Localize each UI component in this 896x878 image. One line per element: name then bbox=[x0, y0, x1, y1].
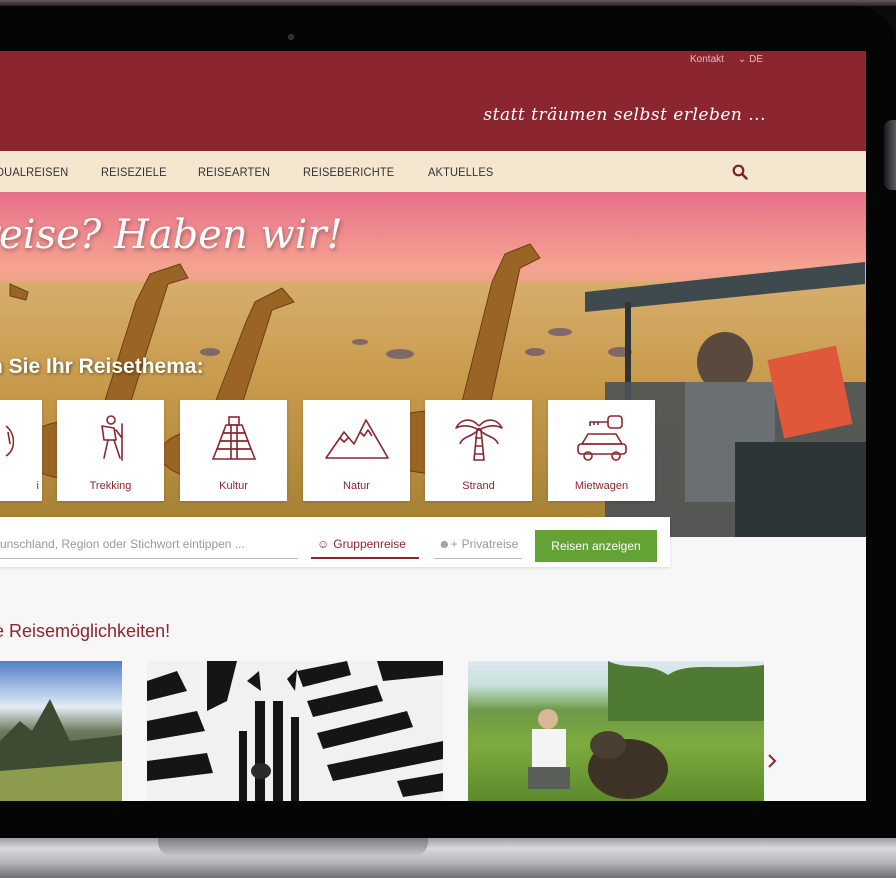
theme-label-kultur: Kultur bbox=[219, 480, 248, 492]
galapagos-image bbox=[528, 661, 764, 799]
language-switch[interactable]: ⌄ DE bbox=[738, 54, 763, 65]
device-edge bbox=[884, 120, 896, 190]
theme-tile-mietwagen[interactable]: Mietwagen bbox=[548, 400, 655, 501]
theme-tile-strand[interactable]: Strand bbox=[425, 400, 532, 501]
palm-icon bbox=[454, 419, 503, 461]
hiker-icon bbox=[100, 415, 123, 461]
nav-item-reiseberichte[interactable]: REISEBERICHTE bbox=[303, 165, 394, 179]
pyramid-icon bbox=[211, 416, 256, 460]
mountains-icon bbox=[324, 419, 389, 459]
hero-subhead: n Sie Ihr Reisethema: bbox=[0, 355, 204, 378]
nav-item-reiseziele[interactable]: REISEZIELE bbox=[101, 165, 167, 179]
private-trip-label: Privatreise bbox=[461, 537, 519, 551]
private-trip-toggle[interactable]: ☻+ Privatreise bbox=[434, 530, 522, 559]
main-nav: DUALREISEN REISEZIELE REISEARTEN REISEBE… bbox=[0, 151, 866, 192]
machu-picchu-image bbox=[0, 699, 122, 801]
language-label: DE bbox=[749, 54, 763, 65]
theme-tile-kultur[interactable]: Kultur bbox=[180, 400, 287, 501]
teaser-card-machu-picchu[interactable] bbox=[0, 661, 122, 801]
utility-nav: Kontakt ⌄ DE bbox=[690, 54, 763, 65]
browser-screen: Kontakt ⌄ DE statt träumen selbst erlebe… bbox=[0, 51, 866, 801]
slogan: statt träumen selbst erleben ... bbox=[483, 105, 766, 125]
chevron-right-icon[interactable] bbox=[767, 753, 777, 769]
contact-link[interactable]: Kontakt bbox=[690, 54, 724, 65]
theme-tile-trekking[interactable]: Trekking bbox=[57, 400, 164, 501]
webcam bbox=[288, 34, 294, 40]
show-trips-button[interactable]: Reisen anzeigen bbox=[535, 530, 657, 562]
theme-label-mietwagen: Mietwagen bbox=[574, 480, 629, 492]
chevron-down-icon: ⌄ bbox=[737, 54, 747, 65]
add-person-icon: ☻+ bbox=[438, 537, 458, 551]
nav-item-reisearten[interactable]: REISEARTEN bbox=[198, 165, 270, 179]
zebras-image bbox=[147, 661, 443, 801]
search-bar: unschland, Region oder Stichwort eintipp… bbox=[0, 517, 670, 567]
laptop-hinge-notch bbox=[158, 838, 428, 856]
teaser-title: e Reisemöglichkeiten! bbox=[0, 621, 171, 641]
theme-tile-natur[interactable]: Natur bbox=[303, 400, 410, 501]
laptop-base bbox=[0, 838, 896, 878]
theme-label-strand: Strand bbox=[462, 480, 495, 492]
group-trip-toggle[interactable]: ☺ Gruppenreise bbox=[311, 530, 419, 559]
teaser-card-galapagos[interactable] bbox=[468, 661, 764, 801]
search-icon[interactable] bbox=[732, 164, 748, 180]
group-icon: ☺ bbox=[317, 537, 330, 551]
rider-icon bbox=[4, 425, 14, 457]
car-key-icon bbox=[576, 415, 627, 461]
search-input[interactable]: unschland, Region oder Stichwort eintipp… bbox=[0, 530, 298, 559]
theme-label-natur: Natur bbox=[343, 480, 370, 492]
theme-label-trekking: Trekking bbox=[89, 480, 132, 492]
group-trip-label: Gruppenreise bbox=[333, 537, 406, 551]
nav-item-aktuelles[interactable]: AKTUELLES bbox=[428, 165, 493, 179]
theme-label-reiten: i bbox=[36, 480, 39, 492]
nav-item-dualreisen[interactable]: DUALREISEN bbox=[0, 165, 68, 179]
theme-tile-reiten[interactable]: i bbox=[0, 400, 42, 501]
site-header: Kontakt ⌄ DE statt träumen selbst erlebe… bbox=[0, 51, 866, 151]
teaser-card-zebras[interactable] bbox=[147, 661, 443, 801]
hero-headline: reise? Haben wir! bbox=[0, 212, 343, 258]
